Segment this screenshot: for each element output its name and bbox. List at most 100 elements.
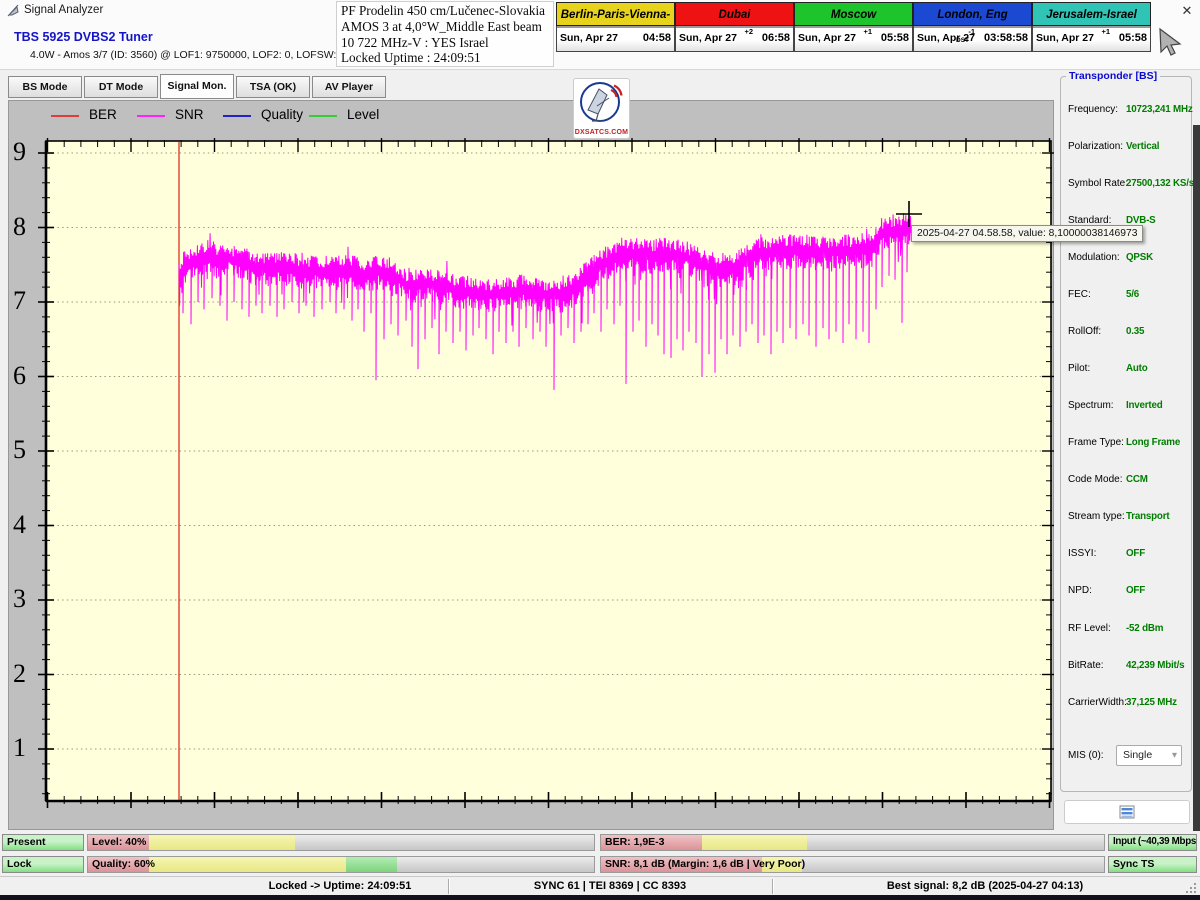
- tp-row-rf-level: RF Level: -52 dBm: [1068, 623, 1188, 637]
- tuner-config: 4.0W - Amos 3/7 (ID: 3560) @ LOF1: 97500…: [30, 49, 345, 61]
- snr-plot[interactable]: [46, 141, 1051, 801]
- tab-signal-mon[interactable]: Signal Mon.: [160, 74, 234, 99]
- background-window-edge: [1193, 125, 1200, 831]
- clock-date: Sun, Apr 27: [679, 32, 737, 44]
- stream-list-button[interactable]: [1064, 800, 1190, 824]
- level-line-swatch: [309, 115, 337, 117]
- status-counters: SYNC 61 | TEI 8369 | CC 8393: [460, 880, 760, 892]
- tp-row-symbol-rate: Symbol Rate: 27500,132 KS/s: [1068, 178, 1188, 192]
- y-axis-labels: 987654321: [0, 140, 34, 800]
- y-tick-label: 1: [13, 731, 26, 765]
- y-tick-label: 5: [13, 433, 26, 467]
- ber-bar: BER: 1,9E-3: [600, 834, 1105, 851]
- tp-row-polarization: Polarization: Vertical: [1068, 141, 1188, 155]
- annotation-overlay: PF Prodelin 450 cm/Lučenec-Slovakia AMOS…: [336, 1, 554, 67]
- window-title: Signal Analyzer: [24, 4, 103, 16]
- tab-dt-mode[interactable]: DT Mode: [84, 76, 158, 98]
- tp-row-code-mode: Code Mode: CCM: [1068, 474, 1188, 488]
- tp-row-carrier-width: CarrierWidth: 37,125 MHz: [1068, 697, 1188, 711]
- clock-time: 05:58: [881, 32, 909, 44]
- data-point-tooltip: 2025-04-27 04.58.58, value: 8,1000003814…: [911, 225, 1143, 242]
- clock-offset: -1: [968, 27, 975, 36]
- clock-date: Sun, Apr 27: [1036, 32, 1094, 44]
- annotation-line: AMOS 3 at 4,0°W_Middle East beam: [341, 19, 549, 35]
- clock-city: Moscow: [794, 2, 913, 26]
- clock-london: London, Eng Sun, Apr 27 -1 DST 03:58:58: [913, 2, 1032, 52]
- y-tick-label: 4: [13, 508, 26, 542]
- world-clocks: Berlin-Paris-Vienna-Roma Sun, Apr 27 04:…: [556, 2, 1152, 52]
- satellite-dish-icon: [575, 79, 628, 125]
- annotation-line: Locked Uptime : 24:09:51: [341, 50, 549, 66]
- lock-indicator: Lock: [2, 856, 84, 873]
- tp-row-issyi: ISSYI: OFF: [1068, 548, 1188, 562]
- clock-time: 03:58:58: [984, 32, 1028, 44]
- tp-row-npd: NPD: OFF: [1068, 585, 1188, 599]
- resize-grip[interactable]: [1186, 881, 1197, 892]
- clock-city: Jerusalem-Israel: [1032, 2, 1151, 26]
- clock-dubai: Dubai Sun, Apr 27 +2 06:58: [675, 2, 794, 52]
- clock-time: 04:58: [643, 32, 671, 44]
- stream-list-icon: [1119, 805, 1135, 819]
- clock-berlin: Berlin-Paris-Vienna-Roma Sun, Apr 27 04:…: [556, 2, 675, 52]
- mis-dropdown[interactable]: Single ▾: [1116, 745, 1182, 766]
- bar-segment-yellow: [149, 857, 346, 872]
- app-icon: [6, 3, 21, 23]
- y-tick-label: 7: [13, 284, 26, 318]
- transponder-title: Transponder [BS]: [1066, 70, 1160, 82]
- clock-jerusalem: Jerusalem-Israel Sun, Apr 27 +1 05:58: [1032, 2, 1151, 52]
- tab-av-player[interactable]: AV Player: [312, 76, 386, 98]
- close-icon[interactable]: ✕: [1178, 2, 1196, 20]
- annotation-line: PF Prodelin 450 cm/Lučenec-Slovakia: [341, 3, 549, 19]
- tp-row-frequency: Frequency: 10723,241 MHz: [1068, 104, 1188, 118]
- clock-city: London, Eng: [913, 2, 1032, 26]
- clock-date: Sun, Apr 27: [560, 32, 618, 44]
- bar-segment-yellow: [702, 835, 808, 850]
- tp-row-fec: FEC: 5/6: [1068, 289, 1188, 303]
- bar-segment-yellow: [149, 835, 296, 850]
- ber-line-swatch: [51, 115, 79, 117]
- clock-time: 06:58: [762, 32, 790, 44]
- dxsatcs-logo: DXSATCS.COM: [573, 78, 630, 139]
- tab-bs-mode[interactable]: BS Mode: [8, 76, 82, 98]
- clock-offset: +1: [1101, 27, 1110, 36]
- clock-date: Sun, Apr 27: [798, 32, 856, 44]
- y-tick-label: 3: [13, 582, 26, 616]
- y-tick-label: 9: [13, 135, 26, 169]
- level-bar: Level: 40%: [87, 834, 595, 851]
- snr-bar: SNR: 8,1 dB (Margin: 1,6 dB | Very Poor): [600, 856, 1105, 873]
- snr-line-swatch: [137, 115, 165, 117]
- clock-offset: +2: [744, 27, 753, 36]
- y-tick-label: 6: [13, 359, 26, 393]
- y-tick-label: 8: [13, 210, 26, 244]
- quality-bar: Quality: 60%: [87, 856, 595, 873]
- tp-row-bitrate: BitRate: 42,239 Mbit/s: [1068, 660, 1188, 674]
- status-best-signal: Best signal: 8,2 dB (2025-04-27 04:13): [800, 880, 1170, 892]
- clock-city: Berlin-Paris-Vienna-Roma: [556, 2, 675, 26]
- status-bar: Locked -> Uptime: 24:09:51 SYNC 61 | TEI…: [0, 876, 1200, 896]
- mouse-pointer-icon: [1156, 26, 1186, 61]
- clock-offset: +1: [863, 27, 872, 36]
- sync-ts-indicator: Sync TS: [1108, 856, 1197, 873]
- tp-row-rolloff: RollOff: 0.35: [1068, 326, 1188, 340]
- clock-moscow: Moscow Sun, Apr 27 +1 05:58: [794, 2, 913, 52]
- bottom-edge: [0, 895, 1200, 900]
- tp-row-stream-type: Stream type: Transport: [1068, 511, 1188, 525]
- bar-segment-green: [346, 857, 397, 872]
- tp-row-frame-type: Frame Type: Long Frame: [1068, 437, 1188, 451]
- tp-row-spectrum: Spectrum: Inverted: [1068, 400, 1188, 414]
- window-header: Signal Analyzer TBS 5925 DVBS2 Tuner 4.0…: [0, 0, 1200, 70]
- input-rate-indicator: Input (~40,39 Mbps): [1108, 834, 1197, 851]
- annotation-line: 10 722 MHz-V : YES Israel: [341, 35, 549, 51]
- y-tick-label: 2: [13, 657, 26, 691]
- tuner-name: TBS 5925 DVBS2 Tuner: [14, 30, 153, 44]
- present-indicator: Present: [2, 834, 84, 851]
- quality-line-swatch: [223, 115, 251, 117]
- clock-city: Dubai: [675, 2, 794, 26]
- clock-time: 05:58: [1119, 32, 1147, 44]
- tp-row-modulation: Modulation: QPSK: [1068, 252, 1188, 266]
- tab-tsa[interactable]: TSA (OK): [236, 76, 310, 98]
- tp-row-pilot: Pilot: Auto: [1068, 363, 1188, 377]
- chevron-down-icon: ▾: [1172, 746, 1177, 765]
- logo-caption: DXSATCS.COM: [574, 129, 629, 136]
- snr-plot-area[interactable]: [46, 141, 1051, 801]
